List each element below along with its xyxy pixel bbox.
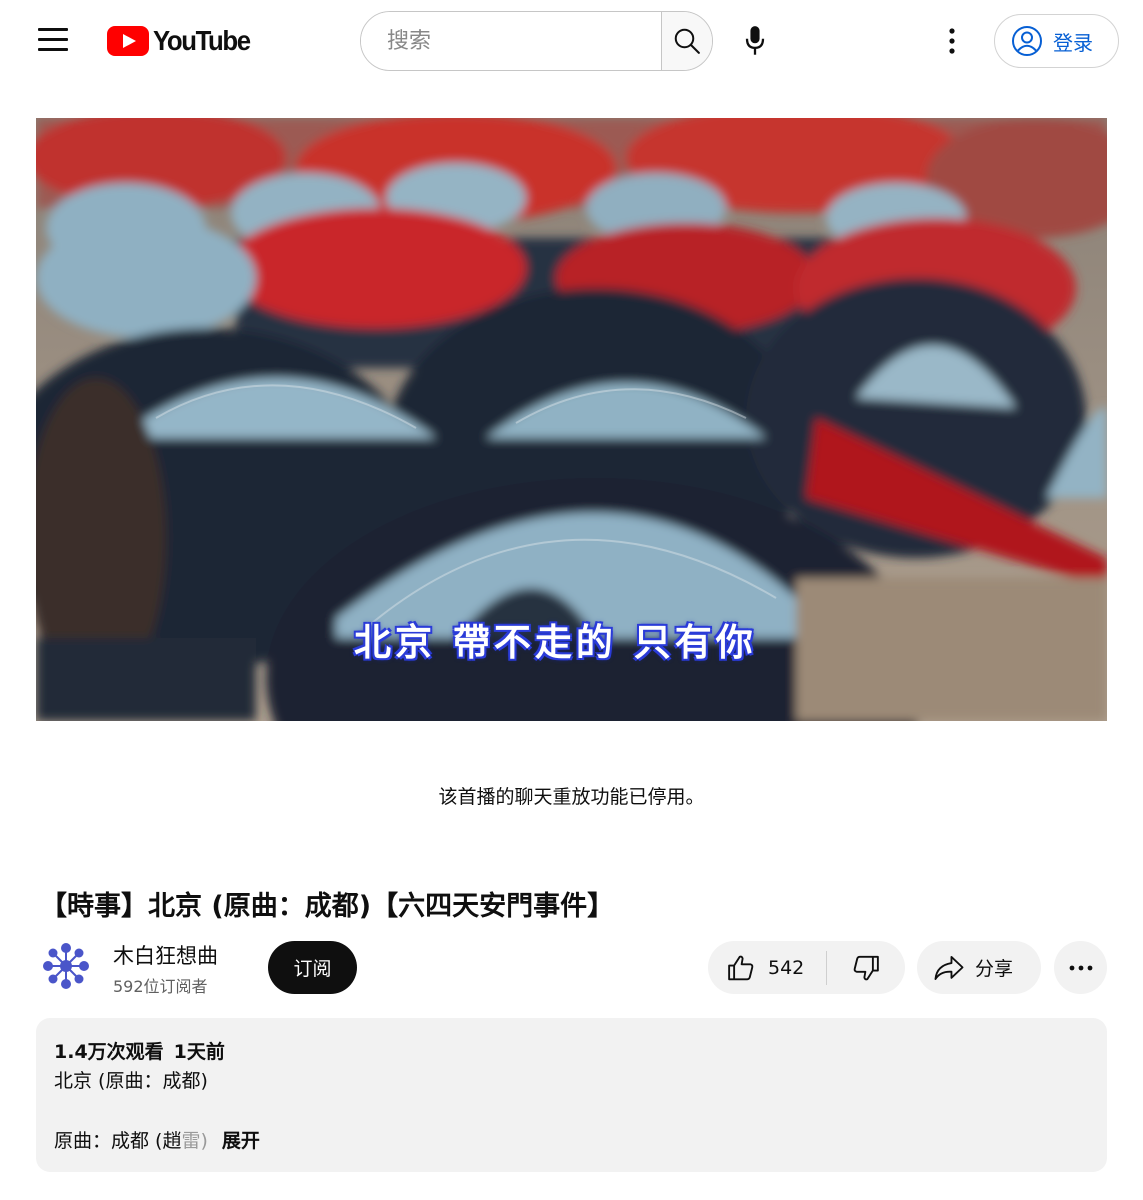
- more-actions-button[interactable]: [1054, 941, 1107, 994]
- search-button[interactable]: [661, 12, 712, 70]
- youtube-logo[interactable]: YouTube: [107, 24, 258, 58]
- publish-date: 1天前: [173, 1041, 225, 1063]
- description-line: 北京 (原曲：成都): [54, 1070, 208, 1092]
- microphone-icon: [745, 26, 765, 55]
- description-line-truncated: 原曲：成都 (趙雷) 展开: [54, 1126, 260, 1153]
- description-meta: 1.4万次观看 1天前: [54, 1037, 225, 1064]
- share-button[interactable]: 分享: [917, 941, 1041, 994]
- channel-avatar[interactable]: [40, 940, 92, 992]
- expand-description-button[interactable]: 展开: [222, 1130, 260, 1152]
- view-count: 1.4万次观看: [54, 1041, 164, 1063]
- description-text: 原曲：成都 (趙: [54, 1130, 182, 1152]
- dislike-button[interactable]: [827, 941, 905, 994]
- video-subtitle: 北京 帶不走的 只有你: [354, 621, 757, 664]
- settings-more-button[interactable]: [936, 21, 968, 61]
- like-button[interactable]: 542: [708, 941, 826, 994]
- channel-avatar-icon: [43, 943, 89, 989]
- thumbs-up-icon: [728, 955, 754, 980]
- logo-text: YouTube: [153, 25, 251, 56]
- signin-button[interactable]: 登录: [994, 14, 1119, 68]
- search-input[interactable]: [361, 12, 661, 70]
- subscribe-button[interactable]: 订阅: [268, 941, 357, 994]
- more-horizontal-icon: [1069, 965, 1092, 970]
- like-dislike-group: 542: [708, 941, 905, 994]
- share-label: 分享: [975, 958, 1014, 980]
- share-icon: [934, 955, 964, 980]
- thumbs-down-icon: [853, 955, 879, 980]
- search-box: [360, 11, 713, 71]
- account-icon: [1012, 26, 1042, 56]
- more-vertical-icon: [949, 28, 955, 54]
- menu-icon[interactable]: [38, 28, 68, 52]
- search-icon: [674, 28, 700, 54]
- channel-name[interactable]: 木白狂想曲: [113, 940, 218, 970]
- signin-label: 登录: [1053, 30, 1093, 55]
- video-player[interactable]: 北京 帶不走的 只有你: [36, 118, 1107, 721]
- chat-replay-disabled-note: 该首播的聊天重放功能已停用。: [438, 786, 705, 808]
- subscriber-count: 592位订阅者: [113, 977, 208, 996]
- like-count: 542: [768, 956, 805, 979]
- voice-search-button[interactable]: [735, 21, 775, 61]
- youtube-play-icon: [107, 26, 149, 56]
- masthead: YouTube 登录: [0, 0, 1143, 82]
- video-title: 【時事】北京 (原曲：成都)【六四天安門事件】: [40, 891, 615, 922]
- description-fade-text: 雷): [181, 1130, 208, 1152]
- description-box[interactable]: 1.4万次观看 1天前 北京 (原曲：成都) 原曲：成都 (趙雷) 展开: [36, 1018, 1107, 1172]
